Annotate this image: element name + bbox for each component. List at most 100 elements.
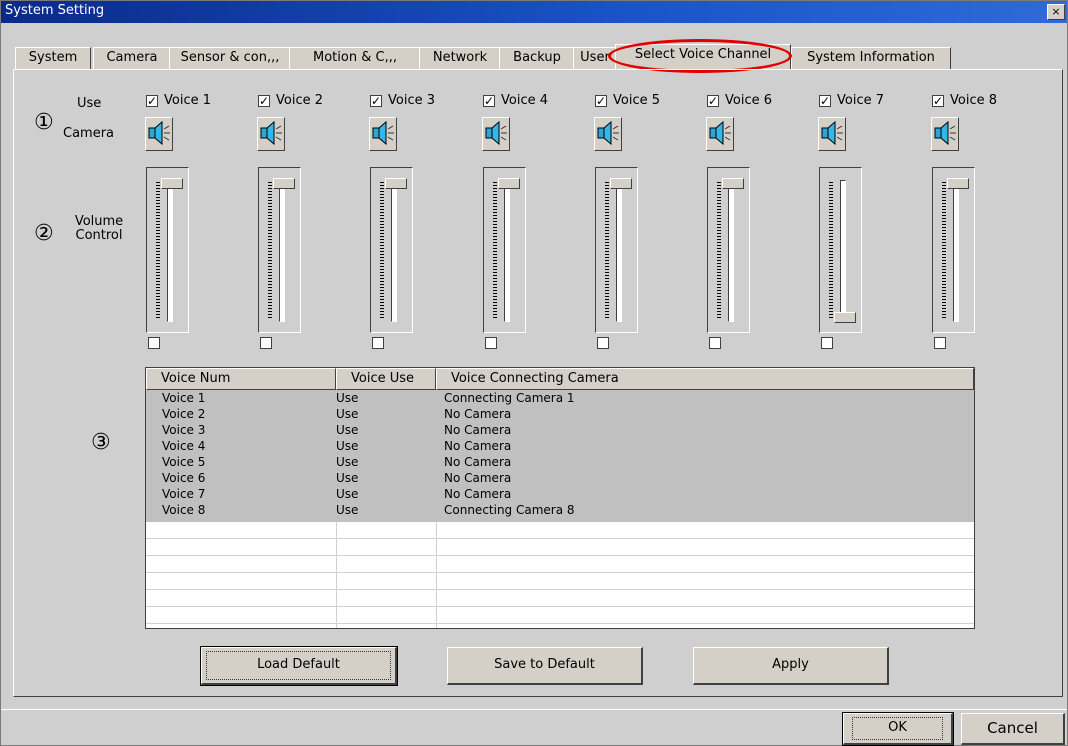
column-divider (336, 522, 337, 628)
tab-sensor-con[interactable]: Sensor & con,,, (169, 47, 291, 69)
slider-thumb[interactable] (385, 178, 407, 189)
slider-track[interactable] (953, 180, 959, 322)
voice-4-camera-button[interactable] (482, 117, 510, 151)
voice-3-mute-checkbox[interactable] (372, 337, 384, 349)
title-bar[interactable]: System Setting × (1, 1, 1067, 23)
cancel-label: Cancel (987, 719, 1038, 737)
empty-row (146, 556, 974, 573)
slider-track[interactable] (504, 180, 510, 322)
ok-button[interactable]: OK (842, 712, 954, 746)
voice-7-volume-slider[interactable] (819, 167, 862, 333)
header-voice-connecting-camera[interactable]: Voice Connecting Camera (436, 368, 974, 390)
tab-motion-c[interactable]: Motion & C,,, (289, 47, 421, 69)
table-row[interactable]: Voice 1 Use Connecting Camera 1 (146, 392, 974, 404)
voice-2-camera-button[interactable] (257, 117, 285, 151)
voice-5-volume-slider[interactable] (595, 167, 638, 333)
slider-thumb[interactable] (722, 178, 744, 189)
cell-voice-use: Use (336, 455, 359, 469)
checkbox-box[interactable]: ✓ (932, 95, 944, 107)
empty-row (146, 573, 974, 590)
tab-user[interactable]: User (573, 47, 617, 69)
voice-7-camera-button[interactable] (818, 117, 846, 151)
tab-backup[interactable]: Backup (499, 47, 575, 69)
slider-ticks (605, 182, 609, 320)
table-row[interactable]: Voice 3 Use No Camera (146, 424, 974, 436)
voice-8-volume-slider[interactable] (932, 167, 975, 333)
voice-table[interactable]: Voice Num Voice Use Voice Connecting Cam… (145, 367, 975, 629)
cell-voice-num: Voice 3 (162, 423, 206, 437)
voice-label: Voice 7 (837, 93, 884, 108)
table-row[interactable]: Voice 2 Use No Camera (146, 408, 974, 420)
slider-track[interactable] (167, 180, 173, 322)
voice-6-camera-button[interactable] (706, 117, 734, 151)
cell-voice-use: Use (336, 423, 359, 437)
system-setting-window: System Setting × System Camera Sensor & co… (0, 0, 1068, 746)
tab-camera[interactable]: Camera (93, 47, 171, 69)
cell-voice-use: Use (336, 391, 359, 405)
window-title: System Setting (5, 3, 105, 18)
slider-thumb[interactable] (161, 178, 183, 189)
bottom-separator (1, 709, 1067, 710)
table-row[interactable]: Voice 8 Use Connecting Camera 8 (146, 504, 974, 516)
load-default-button[interactable]: Load Default (200, 646, 398, 686)
checkbox-box[interactable]: ✓ (707, 95, 719, 107)
checkbox-box[interactable]: ✓ (819, 95, 831, 107)
checkbox-box[interactable]: ✓ (595, 95, 607, 107)
tab-system[interactable]: System (15, 47, 91, 69)
checkbox-box[interactable]: ✓ (370, 95, 382, 107)
voice-6-volume-slider[interactable] (707, 167, 750, 333)
voice-5-camera-button[interactable] (594, 117, 622, 151)
voice-8-camera-button[interactable] (931, 117, 959, 151)
slider-thumb[interactable] (610, 178, 632, 189)
table-row[interactable]: Voice 5 Use No Camera (146, 456, 974, 468)
header-voice-use[interactable]: Voice Use (336, 368, 436, 390)
cell-voice-use: Use (336, 487, 359, 501)
table-row[interactable]: Voice 6 Use No Camera (146, 472, 974, 484)
voice-label: Voice 3 (388, 93, 435, 108)
voice-2-mute-checkbox[interactable] (260, 337, 272, 349)
voice-label: Voice 6 (725, 93, 772, 108)
slider-track[interactable] (840, 180, 846, 322)
cell-voice-camera: No Camera (444, 487, 512, 501)
tab-network[interactable]: Network (419, 47, 501, 69)
close-button[interactable]: × (1047, 4, 1065, 20)
checkbox-box[interactable]: ✓ (483, 95, 495, 107)
slider-track[interactable] (279, 180, 285, 322)
table-row[interactable]: Voice 4 Use No Camera (146, 440, 974, 452)
slider-track[interactable] (616, 180, 622, 322)
apply-button[interactable]: Apply (693, 647, 889, 685)
camera-label: Camera (63, 126, 115, 141)
save-to-default-button[interactable]: Save to Default (447, 647, 643, 685)
table-row[interactable]: Voice 7 Use No Camera (146, 488, 974, 500)
voice-1-camera-button[interactable] (145, 117, 173, 151)
voice-6-mute-checkbox[interactable] (709, 337, 721, 349)
voice-7-mute-checkbox[interactable] (821, 337, 833, 349)
slider-thumb[interactable] (273, 178, 295, 189)
tab-select-voice-channel[interactable]: Select Voice Channel (615, 44, 791, 69)
speaker-icon (260, 120, 282, 146)
voice-2-volume-slider[interactable] (258, 167, 301, 333)
slider-thumb[interactable] (834, 312, 856, 323)
speaker-icon (485, 120, 507, 146)
voice-1-mute-checkbox[interactable] (148, 337, 160, 349)
speaker-icon (597, 120, 619, 146)
apply-label: Apply (772, 657, 809, 672)
voice-5-mute-checkbox[interactable] (597, 337, 609, 349)
slider-track[interactable] (728, 180, 734, 322)
voice-4-mute-checkbox[interactable] (485, 337, 497, 349)
voice-3-camera-button[interactable] (369, 117, 397, 151)
checkbox-box[interactable]: ✓ (146, 95, 158, 107)
voice-4-volume-slider[interactable] (483, 167, 526, 333)
tab-system-information[interactable]: System Information (791, 47, 951, 69)
cancel-button[interactable]: Cancel (961, 713, 1065, 745)
checkbox-box[interactable]: ✓ (258, 95, 270, 107)
cell-voice-num: Voice 8 (162, 503, 206, 517)
header-voice-num[interactable]: Voice Num (146, 368, 336, 390)
slider-thumb[interactable] (498, 178, 520, 189)
voice-8-mute-checkbox[interactable] (934, 337, 946, 349)
cell-voice-camera: No Camera (444, 455, 512, 469)
voice-3-volume-slider[interactable] (370, 167, 413, 333)
slider-thumb[interactable] (947, 178, 969, 189)
slider-track[interactable] (391, 180, 397, 322)
voice-1-volume-slider[interactable] (146, 167, 189, 333)
